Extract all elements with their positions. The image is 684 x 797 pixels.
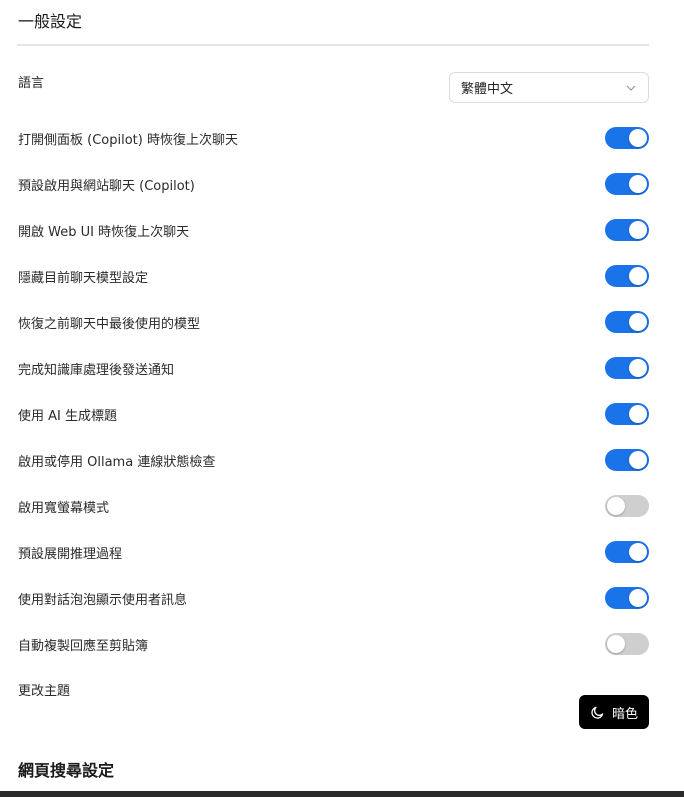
toggle-switch[interactable] — [605, 495, 649, 517]
language-label: 語言 — [18, 76, 45, 91]
toggle-label: 使用 AI 生成標題 — [18, 408, 117, 424]
toggle-knob — [607, 497, 625, 515]
toggle-row-knowledge-notification: 完成知識庫處理後發送通知 — [18, 356, 649, 380]
toggle-switch[interactable] — [605, 357, 649, 379]
toggle-knob — [629, 129, 647, 147]
toggle-knob — [629, 221, 647, 239]
toggle-label: 啟用寬螢幕模式 — [18, 500, 110, 516]
toggle-row-ollama-status-check: 啟用或停用 Ollama 連線狀態檢查 — [18, 448, 649, 472]
toggle-label: 恢復之前聊天中最後使用的模型 — [18, 316, 201, 332]
general-settings-title: 一般設定 — [18, 12, 83, 31]
toggle-switch[interactable] — [605, 587, 649, 609]
toggle-switch[interactable] — [605, 449, 649, 471]
toggle-switch[interactable] — [605, 633, 649, 655]
toggle-row-restore-side-panel-chat: 打開側面板 (Copilot) 時恢復上次聊天 — [18, 126, 649, 150]
toggle-label: 預設展開推理過程 — [18, 546, 123, 562]
toggle-label: 預設啟用與網站聊天 (Copilot) — [18, 178, 195, 194]
toggle-row-chat-bubbles: 使用對話泡泡顯示使用者訊息 — [18, 586, 649, 610]
toggle-switch[interactable] — [605, 173, 649, 195]
chevron-down-icon — [626, 85, 636, 91]
toggle-knob — [629, 543, 647, 561]
bottom-bar — [0, 791, 684, 797]
toggle-label: 自動複製回應至剪貼簿 — [18, 638, 149, 654]
theme-button-label: 暗色 — [611, 706, 638, 722]
toggle-label: 完成知識庫處理後發送通知 — [18, 362, 175, 378]
theme-toggle-button[interactable]: 暗色 — [579, 695, 649, 729]
toggle-knob — [629, 589, 647, 607]
toggle-knob — [629, 359, 647, 377]
toggle-row-restore-last-model: 恢復之前聊天中最後使用的模型 — [18, 310, 649, 334]
toggle-label: 使用對話泡泡顯示使用者訊息 — [18, 592, 188, 608]
language-select-value: 繁體中文 — [461, 82, 514, 97]
toggle-knob — [629, 451, 647, 469]
toggle-knob — [629, 405, 647, 423]
web-search-settings-title: 網頁搜尋設定 — [18, 761, 115, 780]
toggle-row-hide-model-settings: 隱藏目前聊天模型設定 — [18, 264, 649, 288]
toggle-row-ai-title: 使用 AI 生成標題 — [18, 402, 649, 426]
theme-label: 更改主題 — [18, 684, 71, 699]
toggle-knob — [629, 175, 647, 193]
toggle-row-widescreen: 啟用寬螢幕模式 — [18, 494, 649, 518]
divider — [17, 44, 649, 46]
toggle-switch[interactable] — [605, 403, 649, 425]
toggle-switch[interactable] — [605, 311, 649, 333]
moon-icon — [591, 706, 604, 719]
language-select[interactable]: 繁體中文 — [449, 72, 649, 103]
toggle-knob — [607, 635, 625, 653]
toggle-knob — [629, 267, 647, 285]
toggle-switch[interactable] — [605, 265, 649, 287]
toggle-switch[interactable] — [605, 541, 649, 563]
toggle-row-default-chat-with-site: 預設啟用與網站聊天 (Copilot) — [18, 172, 649, 196]
toggle-row-expand-reasoning: 預設展開推理過程 — [18, 540, 649, 564]
toggle-switch[interactable] — [605, 219, 649, 241]
toggle-label: 啟用或停用 Ollama 連線狀態檢查 — [18, 454, 216, 470]
toggle-label: 開啟 Web UI 時恢復上次聊天 — [18, 224, 190, 240]
settings-page: 一般設定 語言 繁體中文 打開側面板 (Copilot) 時恢復上次聊天 預設啟… — [0, 0, 684, 797]
toggle-switch[interactable] — [605, 127, 649, 149]
toggle-knob — [629, 313, 647, 331]
toggle-row-auto-copy: 自動複製回應至剪貼簿 — [18, 632, 649, 656]
toggle-row-restore-webui-chat: 開啟 Web UI 時恢復上次聊天 — [18, 218, 649, 242]
toggle-label: 打開側面板 (Copilot) 時恢復上次聊天 — [18, 132, 238, 148]
toggle-label: 隱藏目前聊天模型設定 — [18, 270, 149, 286]
